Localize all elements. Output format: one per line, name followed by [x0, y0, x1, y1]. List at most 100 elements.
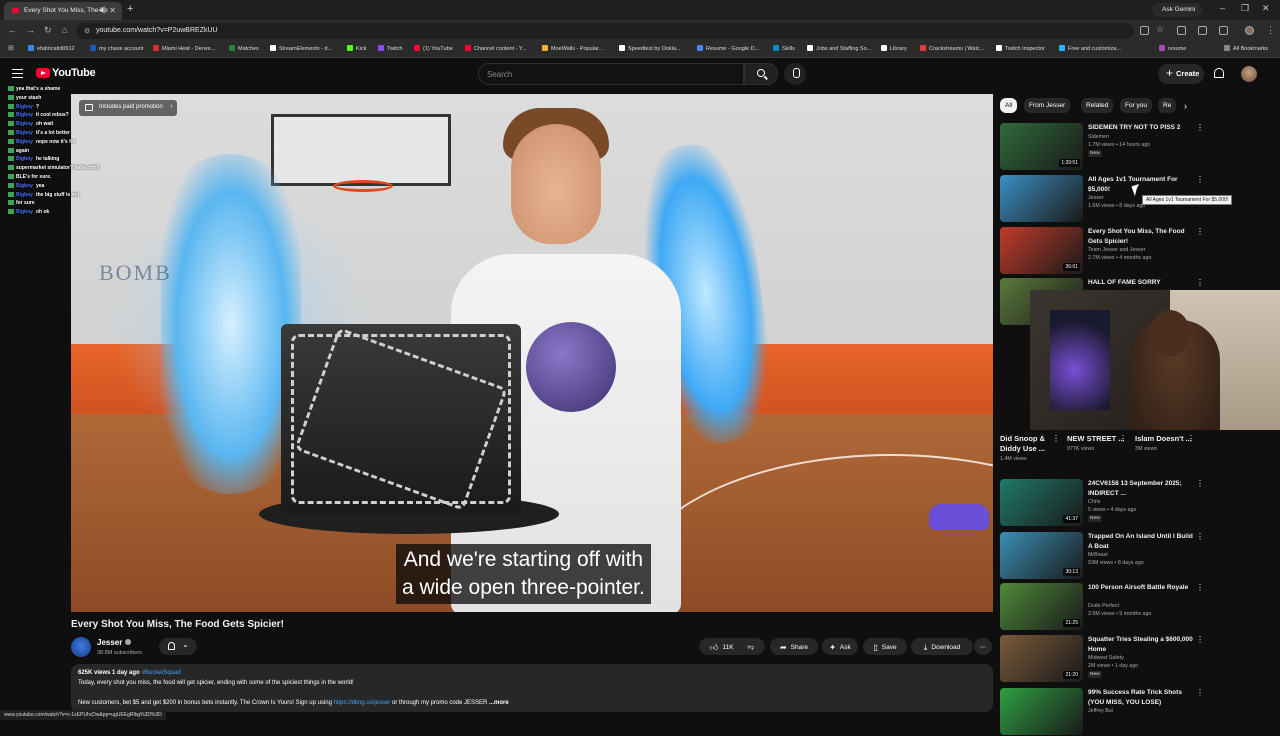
- video-thumbnail[interactable]: [1000, 688, 1083, 735]
- recommendation-title[interactable]: Trapped On An Island Until I Build A Boa…: [1088, 532, 1196, 551]
- recommendation-item[interactable]: 99% Success Rate Trick Shots (YOU MISS, …: [1000, 688, 1210, 736]
- bookmark-item[interactable]: StreamElements - d...: [270, 45, 332, 52]
- description-link[interactable]: https://dkng.co/jesser: [334, 700, 391, 706]
- recommendation-channel[interactable]: MrBeast: [1088, 552, 1108, 558]
- more-vert-icon[interactable]: ⋮: [1196, 688, 1204, 697]
- chip-all[interactable]: All: [1000, 98, 1018, 113]
- bookmark-item[interactable]: my chase account: [90, 45, 143, 52]
- video-thumbnail[interactable]: 41:37: [1000, 479, 1083, 526]
- close-tab-icon[interactable]: ✕: [109, 6, 116, 15]
- recommendation-item[interactable]: 21:25 100 Person Airsoft Battle Royale Dud…: [1000, 583, 1210, 631]
- more-vert-icon[interactable]: ⋮: [1196, 532, 1204, 541]
- short-item[interactable]: NEW STREET ... 977K views ⋮: [1067, 434, 1131, 452]
- more-vert-icon[interactable]: ⋮: [1196, 479, 1204, 488]
- recommendation-channel[interactable]: Chris: [1088, 499, 1100, 505]
- minimize-icon[interactable]: –: [1220, 3, 1225, 13]
- url-field[interactable]: ⚙ youtube.com/watch?v=P2uwBREZkUU: [76, 23, 1134, 39]
- cast-icon[interactable]: [1140, 26, 1149, 35]
- sidepanel-icon[interactable]: [1198, 26, 1207, 35]
- recommendation-item[interactable]: 30:13 Trapped On An Island Until I Build …: [1000, 532, 1210, 580]
- more-vert-icon[interactable]: ⋮: [1119, 434, 1127, 443]
- download-button[interactable]: ⤓ Download: [911, 638, 973, 655]
- back-icon[interactable]: ←: [8, 25, 17, 35]
- more-vert-icon[interactable]: ⋮: [1052, 434, 1060, 443]
- extensions-icon[interactable]: [1177, 26, 1186, 35]
- bookmark-item[interactable]: resume: [1159, 45, 1186, 52]
- recommendation-item[interactable]: 1:39:51 SIDEMEN TRY NOT TO PISS 2 Sidemen 1…: [1000, 123, 1210, 171]
- browser-tab[interactable]: Every Shot You Miss, The Fo ◀) ✕: [4, 2, 122, 20]
- apps-icon[interactable]: ⊞: [8, 44, 14, 52]
- youtube-logo-text[interactable]: YouTube: [52, 67, 96, 79]
- bookmark-item[interactable]: Kick: [347, 45, 366, 52]
- bookmark-item[interactable]: MoeWalls - Popular...: [542, 45, 603, 52]
- video-thumbnail[interactable]: 36:01: [1000, 227, 1083, 274]
- menu-dots-icon[interactable]: ⋮: [1266, 25, 1275, 36]
- short-item[interactable]: Islam Doesn't ... 3M views ⋮: [1135, 434, 1199, 452]
- site-info-icon[interactable]: ⚙: [84, 27, 90, 35]
- recommendation-item[interactable]: 21:20 Squatter Tries Stealing a $600,000 …: [1000, 635, 1210, 683]
- chip-more[interactable]: Re: [1158, 98, 1177, 113]
- video-thumbnail[interactable]: [1000, 175, 1083, 222]
- account-avatar[interactable]: [1241, 66, 1257, 82]
- home-icon[interactable]: ⌂: [62, 25, 67, 35]
- chip-for-you[interactable]: For you: [1120, 98, 1153, 113]
- recommendation-item[interactable]: 36:01 Every Shot You Miss, The Food Gets …: [1000, 227, 1210, 275]
- recommendation-title[interactable]: Squatter Tries Stealing a $600,000 Home: [1088, 635, 1196, 654]
- video-thumbnail[interactable]: 1:39:51: [1000, 123, 1083, 170]
- forward-icon[interactable]: →: [26, 25, 35, 35]
- video-thumbnail[interactable]: 30:13: [1000, 532, 1083, 579]
- more-vert-icon[interactable]: ⋮: [1187, 434, 1195, 443]
- close-window-icon[interactable]: ✕: [1262, 3, 1270, 14]
- video-thumbnail[interactable]: 21:20: [1000, 635, 1083, 682]
- chip-related[interactable]: Related: [1081, 98, 1114, 113]
- hashtag-link[interactable]: #BucketSquad: [142, 670, 181, 676]
- bookmark-item[interactable]: Channel content - Y...: [465, 45, 526, 52]
- speaker-icon[interactable]: ◀): [98, 6, 106, 14]
- hamburger-menu-icon[interactable]: [12, 69, 23, 78]
- more-vert-icon[interactable]: ⋮: [1196, 635, 1204, 644]
- notifications-bell-icon[interactable]: [1214, 68, 1224, 78]
- recommendation-title[interactable]: 24CV6158 13 September 2025; INDIRECT ...: [1088, 479, 1196, 498]
- recommendation-title[interactable]: Every Shot You Miss, The Food Gets Spici…: [1088, 227, 1196, 246]
- short-item[interactable]: Did Snoop & Diddy Use ... 1.4M views ⋮: [1000, 434, 1064, 462]
- like-button[interactable]: 👍︎ 11K: [710, 643, 733, 652]
- bookmark-item[interactable]: Twitch: [378, 45, 403, 52]
- bookmark-item[interactable]: (1) YouTube: [414, 45, 453, 52]
- bookmark-item[interactable]: Crackstreams | Watc...: [920, 45, 984, 52]
- new-tab-button[interactable]: +: [127, 3, 133, 15]
- save-button[interactable]: ▯ Save: [863, 638, 907, 655]
- downloads-icon[interactable]: [1219, 26, 1228, 35]
- video-player[interactable]: BOMB Includes paid promotion › And we're…: [71, 94, 993, 612]
- create-button[interactable]: Create: [1158, 64, 1204, 84]
- more-vert-icon[interactable]: ⋮: [1196, 583, 1204, 592]
- more-actions-button[interactable]: ⋯: [974, 638, 992, 655]
- thumbs-down-icon[interactable]: 👎︎: [747, 644, 754, 651]
- recommendation-channel[interactable]: Midwest Safety: [1088, 655, 1124, 661]
- recommendation-title[interactable]: SIDEMEN TRY NOT TO PISS 2: [1088, 123, 1196, 133]
- recommendation-item[interactable]: 41:37 24CV6158 13 September 2025; INDIREC…: [1000, 479, 1210, 527]
- ask-gemini-button[interactable]: Ask Gemini: [1152, 3, 1202, 17]
- bookmark-item[interactable]: Library: [881, 45, 907, 52]
- youtube-logo-icon[interactable]: [36, 68, 50, 78]
- all-bookmarks[interactable]: All Bookmarks: [1224, 45, 1268, 52]
- reload-icon[interactable]: ↻: [44, 25, 52, 36]
- video-thumbnail[interactable]: 21:25: [1000, 583, 1083, 630]
- show-more-link[interactable]: ...more: [489, 700, 509, 706]
- bookmark-item[interactable]: Miami Heat - Denve...: [153, 45, 215, 52]
- more-vert-icon[interactable]: ⋮: [1196, 123, 1204, 132]
- bookmark-item[interactable]: Skills: [773, 45, 795, 52]
- subscribed-button[interactable]: ⌄: [159, 638, 197, 655]
- channel-avatar[interactable]: [71, 637, 91, 657]
- bookmark-item[interactable]: Resume - Google D...: [697, 45, 759, 52]
- recommendation-channel[interactable]: Team Jesser and Jesser: [1088, 247, 1145, 253]
- bookmark-star-icon[interactable]: ☆: [1156, 24, 1164, 35]
- recommendation-channel[interactable]: Jesser: [1088, 195, 1104, 201]
- bookmark-item[interactable]: Speedtest by Ookla...: [619, 45, 681, 52]
- more-vert-icon[interactable]: ⋮: [1196, 227, 1204, 236]
- search-button[interactable]: [744, 63, 778, 85]
- chip-from-jesser[interactable]: From Jesser: [1024, 98, 1071, 113]
- recommendation-title[interactable]: 99% Success Rate Trick Shots (YOU MISS, …: [1088, 688, 1196, 707]
- voice-search-icon[interactable]: [784, 63, 806, 85]
- bookmark-item[interactable]: Free and customiza...: [1059, 45, 1121, 52]
- profile-icon[interactable]: [1245, 26, 1254, 35]
